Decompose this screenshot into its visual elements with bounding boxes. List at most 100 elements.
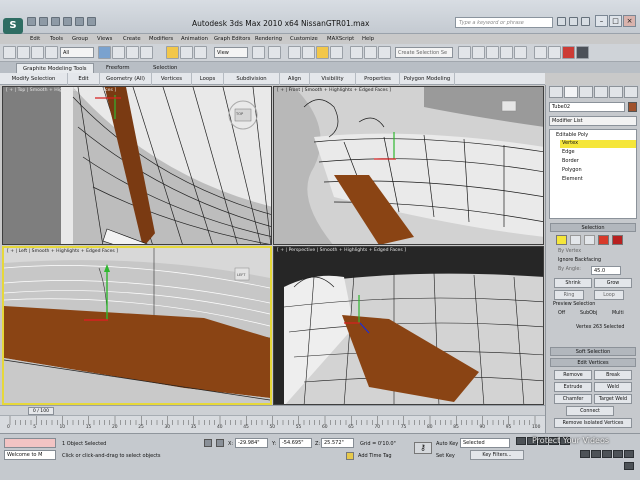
panel-visibility[interactable]: Visibility [310,73,356,85]
menu-rendering[interactable]: Rendering [255,34,282,44]
border-mode-icon[interactable] [584,235,595,245]
minimize-button[interactable]: – [595,15,608,27]
loop-button[interactable]: Loop [594,290,624,300]
viewport-label-front[interactable]: [ + | Front | Smooth + Highlights + Edge… [277,88,391,93]
viewport-left[interactable]: [ + | Left | Smooth + Highlights + Edged… [2,246,272,405]
stack-border[interactable]: Border [562,158,579,164]
menu-customize[interactable]: Customize [290,34,318,44]
menu-help[interactable]: Help [362,34,374,44]
lock-selection-icon[interactable] [204,439,212,447]
preview-multi-radio[interactable]: Multi [612,311,624,316]
edit-vertices-rollout-header[interactable]: Edit Vertices [550,358,636,367]
schematic-view-icon[interactable] [500,46,513,59]
panel-polygon-modeling[interactable]: Polygon Modeling [400,73,455,85]
menu-animation[interactable]: Animation [181,34,208,44]
panel-loops[interactable]: Loops [192,73,224,85]
viewcube-left-label[interactable]: LEFT [237,273,245,277]
vertex-mode-icon[interactable] [556,235,567,245]
move-icon[interactable] [166,46,179,59]
help-icon[interactable] [581,17,590,26]
search-input[interactable]: Type a keyword or phrase [455,17,553,28]
layer-manager-icon[interactable] [458,46,471,59]
tab-graphite-modeling-tools[interactable]: Graphite Modeling Tools [16,63,94,73]
selection-filter-dropdown[interactable]: All [60,47,94,58]
region-select-icon[interactable] [126,46,139,59]
edge-mode-icon[interactable] [570,235,581,245]
star-icon[interactable] [569,17,578,26]
connect-button[interactable]: Connect [566,406,614,416]
key-icon[interactable]: ⚷ [414,442,432,454]
app-logo-icon[interactable]: S [3,18,23,34]
key-mode-dropdown[interactable]: Selected [460,438,510,448]
menu-modifiers[interactable]: Modifiers [149,34,173,44]
select-manipulate-icon[interactable] [268,46,281,59]
stack-edge[interactable]: Edge [562,149,575,155]
time-slider-thumb[interactable]: 0 / 100 [28,407,54,415]
modifier-list-dropdown[interactable]: Modifier List [549,116,637,126]
menu-views[interactable]: Views [97,34,112,44]
extrude-button[interactable]: Extrude [554,382,592,392]
angle-snap-icon[interactable] [302,46,315,59]
weld-button[interactable]: Weld [594,382,632,392]
reference-coordinate-dropdown[interactable]: View [214,47,248,58]
panel-subdivision[interactable]: Subdivision [224,73,280,85]
display-tab-icon[interactable] [609,86,623,98]
undo-icon[interactable] [3,46,16,59]
soft-selection-rollout-header[interactable]: Soft Selection [550,347,636,356]
new-file-icon[interactable] [27,17,36,26]
panel-modify-selection[interactable]: Modify Selection [0,73,68,85]
viewport-label-left[interactable]: [ + | Left | Smooth + Highlights + Edged… [7,249,118,254]
go-to-start-icon[interactable] [516,437,526,445]
stack-vertex[interactable]: Vertex [562,140,578,146]
menu-create[interactable]: Create [123,34,141,44]
spinner-snap-icon[interactable] [330,46,343,59]
panel-vertices[interactable]: Vertices [152,73,192,85]
time-slider[interactable]: 0 / 100 [0,405,545,415]
set-key-button[interactable]: Set Key [436,453,455,459]
absolute-mode-icon[interactable] [216,439,224,447]
by-angle-checkbox[interactable]: By Angle: [558,267,581,272]
maximize-viewport-icon[interactable] [624,462,634,470]
unlink-icon[interactable] [45,46,58,59]
target-weld-button[interactable]: Target Weld [594,394,632,404]
snap-toggle-icon[interactable] [288,46,301,59]
stack-polygon[interactable]: Polygon [562,167,582,173]
named-selection-dropdown[interactable]: Create Selection Se [395,47,453,58]
modifier-stack[interactable]: Editable Poly Vertex Edge Border Polygon… [549,129,637,219]
stack-element[interactable]: Element [562,176,583,182]
motion-tab-icon[interactable] [594,86,608,98]
maxscript-listener-field[interactable]: Welcome to M [4,450,56,460]
ring-button[interactable]: Ring [554,290,584,300]
shrink-button[interactable]: Shrink [554,278,592,288]
modify-tab-icon[interactable] [564,86,578,98]
preview-off-radio[interactable]: Off [558,311,565,316]
preview-subobj-radio[interactable]: SubObj [580,311,597,316]
save-file-icon[interactable] [51,17,60,26]
viewport-label-top[interactable]: [ + | Top | Smooth + Highlights + Edged … [6,88,116,93]
viewport-perspective[interactable]: [ + | Perspective | Smooth + Highlights … [273,246,544,405]
open-file-icon[interactable] [39,17,48,26]
auto-key-button[interactable]: Auto Key [436,441,458,447]
menu-group[interactable]: Group [72,34,88,44]
material-editor-icon[interactable] [514,46,527,59]
quick-render-icon[interactable] [576,46,589,59]
x-coordinate-field[interactable]: -29.984" [235,438,268,448]
maximize-button[interactable]: □ [609,15,622,27]
panel-geometry-all[interactable]: Geometry (All) [100,73,152,85]
menu-edit[interactable]: Edit [30,34,40,44]
viewport-label-perspective[interactable]: [ + | Perspective | Smooth + Highlights … [277,248,406,253]
tab-selection[interactable]: Selection [147,63,183,73]
add-time-tag-button[interactable]: Add Time Tag [358,453,392,459]
window-crossing-icon[interactable] [140,46,153,59]
zoom-extents-icon[interactable] [602,450,612,458]
z-coordinate-field[interactable]: 25.572" [321,438,354,448]
key-filters-button[interactable]: Key Filters... [470,450,524,460]
select-object-icon[interactable] [98,46,111,59]
viewcube-top-label[interactable]: TOP [236,112,243,116]
selection-rollout-header[interactable]: Selection [550,223,636,232]
close-button[interactable]: × [623,15,636,27]
by-vertex-checkbox[interactable]: By Vertex [558,249,581,254]
time-tag-icon[interactable] [346,452,354,460]
project-folder-icon[interactable] [87,17,96,26]
pan-icon[interactable] [613,450,623,458]
